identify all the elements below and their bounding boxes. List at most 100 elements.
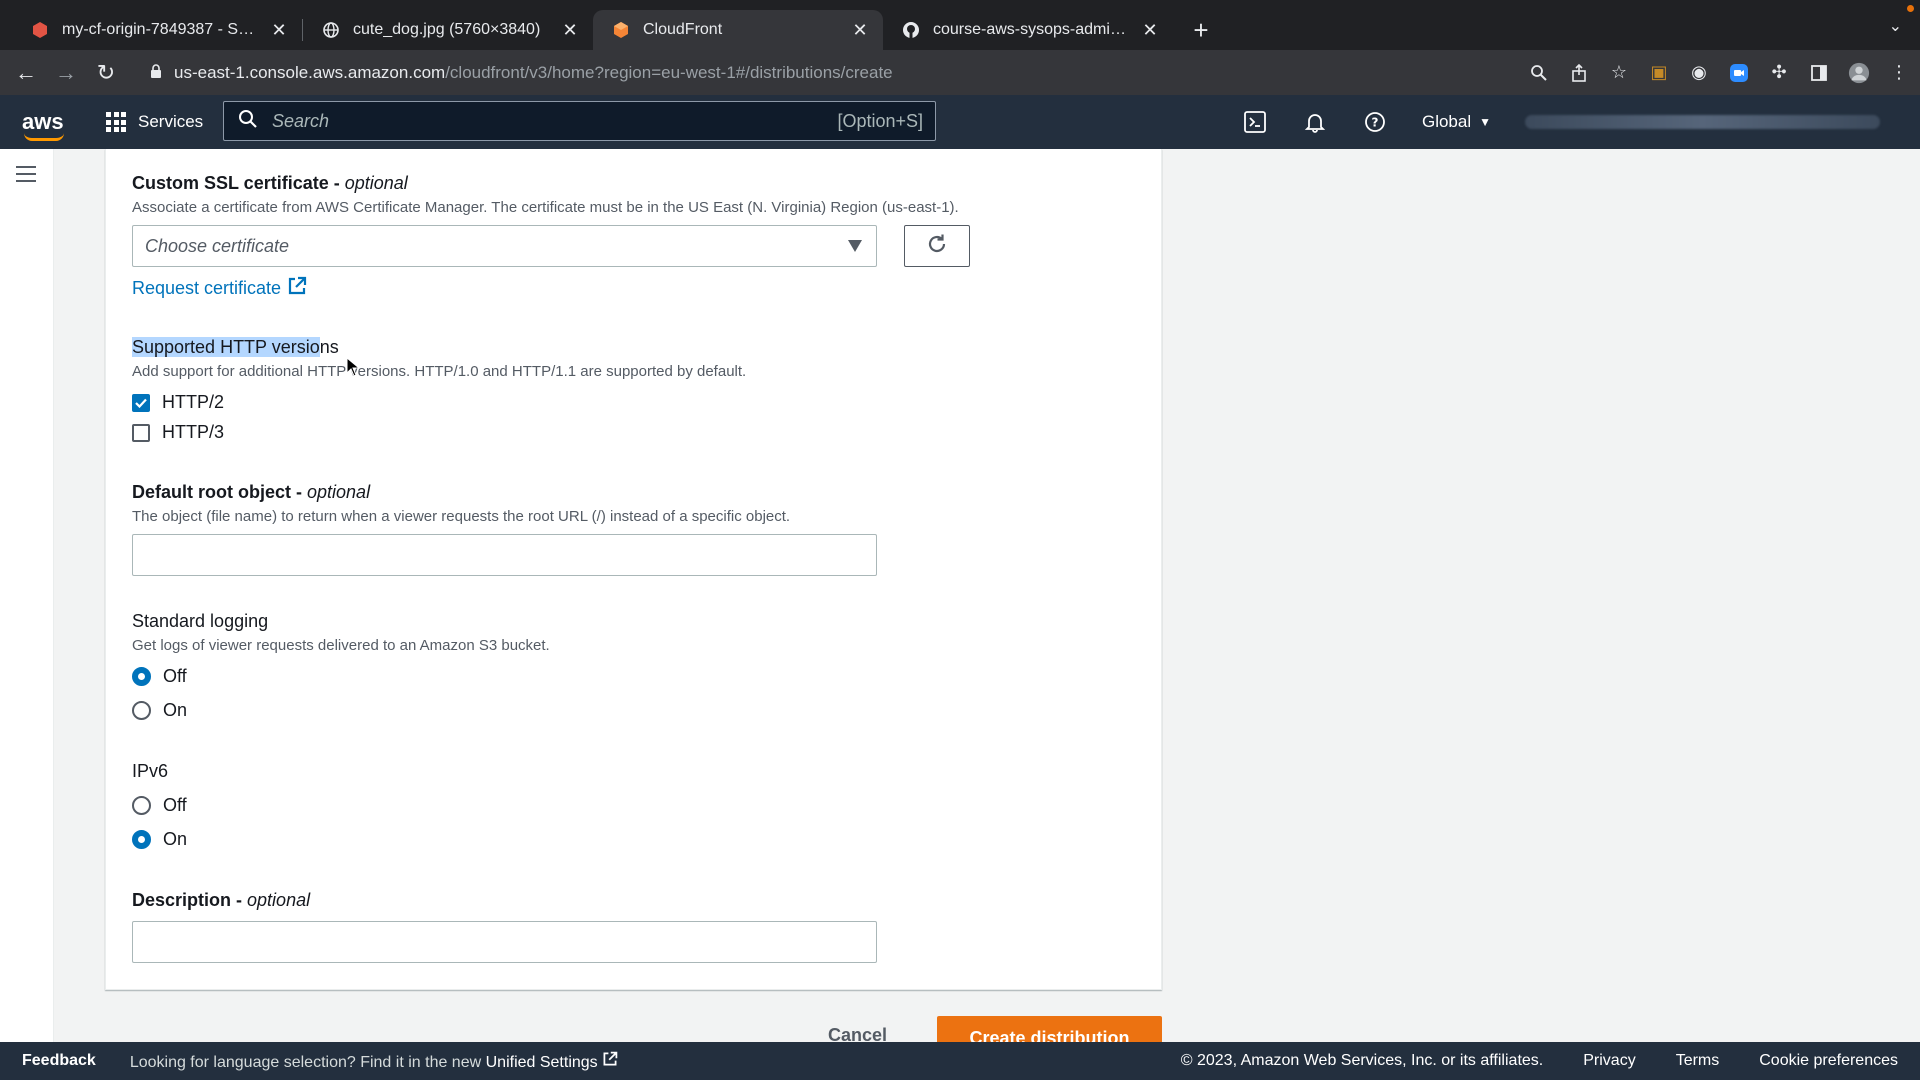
account-menu-blurred[interactable]: [1525, 115, 1880, 129]
ssl-certificate-field: Custom SSL certificate - optional Associ…: [132, 173, 959, 216]
close-tab-icon[interactable]: ✕: [1141, 20, 1159, 41]
extension-clipboard-icon[interactable]: ▣: [1648, 62, 1670, 84]
extension-circle-icon[interactable]: ◉: [1688, 62, 1710, 84]
checkbox-checked-icon: [132, 393, 150, 412]
logging-on-label: On: [163, 700, 188, 720]
unified-settings-link[interactable]: Unified Settings: [486, 1051, 619, 1071]
tab-title: CloudFront: [643, 21, 723, 38]
aws-logo[interactable]: aws: [22, 109, 66, 141]
checkbox-unchecked-icon: [132, 423, 150, 442]
choose-certificate-select[interactable]: Choose certificate: [132, 225, 877, 267]
search-shortcut: [Option+S]: [837, 110, 923, 131]
radio-unselected-icon: [132, 701, 151, 720]
close-tab-icon[interactable]: ✕: [561, 20, 579, 41]
default-root-object-input[interactable]: [132, 534, 877, 576]
cookie-preferences-link[interactable]: Cookie preferences: [1759, 1052, 1898, 1070]
globe-icon: [321, 20, 341, 40]
back-arrow-icon[interactable]: ←: [6, 53, 46, 93]
ipv6-off-radio[interactable]: Off: [132, 795, 187, 816]
close-tab-icon[interactable]: ✕: [270, 20, 288, 41]
hamburger-menu-icon[interactable]: [16, 166, 36, 187]
console-search-input[interactable]: Search [Option+S]: [223, 101, 936, 141]
reload-icon[interactable]: ↻: [86, 53, 126, 93]
browser-tab-s3[interactable]: my-cf-origin-7849387 - S3 bu ✕: [12, 10, 302, 50]
ipv6-on-label: On: [163, 829, 188, 849]
search-placeholder: Search: [272, 110, 330, 131]
forward-arrow-icon[interactable]: →: [46, 53, 86, 93]
root-object-label: Default root object - optional: [132, 482, 371, 502]
browser-tab-cute-dog[interactable]: cute_dog.jpg (5760×3840) ✕: [303, 10, 593, 50]
http-versions-description: Add support for additional HTTP versions…: [132, 363, 747, 380]
description-field: Description - optional: [132, 890, 310, 911]
external-link-icon: [287, 276, 307, 301]
copyright-text: © 2023, Amazon Web Services, Inc. or its…: [1180, 1052, 1544, 1069]
ssl-label: Custom SSL certificate - optional: [132, 173, 408, 193]
radio-selected-icon: [132, 830, 151, 849]
browser-menu-icon[interactable]: ⋮: [1888, 62, 1910, 84]
search-icon: [238, 109, 258, 134]
request-certificate-label: Request certificate: [132, 278, 282, 298]
certificate-placeholder: Choose certificate: [145, 235, 290, 256]
default-root-object-field: Default root object - optional The objec…: [132, 482, 790, 525]
toolbar-icons: ☆ ▣ ◉ ✣ ⋮: [1528, 50, 1910, 95]
language-notice: Looking for language selection? Find it …: [130, 1051, 618, 1072]
logging-off-label: Off: [163, 666, 187, 686]
radio-unselected-icon: [132, 796, 151, 815]
services-menu-button[interactable]: Services: [106, 112, 203, 132]
side-panel-icon[interactable]: [1808, 62, 1830, 84]
new-tab-icon[interactable]: +: [1181, 10, 1221, 50]
side-navigation-rail: [0, 149, 54, 1042]
description-input[interactable]: [132, 921, 877, 963]
tab-search-chevron-icon[interactable]: ⌄: [1889, 16, 1902, 36]
terms-link[interactable]: Terms: [1676, 1052, 1720, 1070]
grid-menu-icon: [106, 112, 126, 132]
ipv6-field: IPv6: [132, 761, 168, 782]
request-certificate-link[interactable]: Request certificate: [132, 276, 307, 301]
browser-tab-cloudfront[interactable]: CloudFront ✕: [593, 10, 883, 50]
http2-checkbox[interactable]: HTTP/2: [132, 392, 224, 413]
close-tab-icon[interactable]: ✕: [851, 20, 869, 41]
notifications-bell-icon[interactable]: [1302, 109, 1328, 135]
zoom-extension-icon[interactable]: [1728, 62, 1750, 84]
help-icon[interactable]: ?: [1362, 109, 1388, 135]
http3-label: HTTP/3: [162, 422, 225, 442]
services-label: Services: [138, 112, 204, 131]
extensions-puzzle-icon[interactable]: ✣: [1768, 62, 1790, 84]
feedback-link[interactable]: Feedback: [22, 1052, 96, 1070]
mouse-cursor-icon: [346, 356, 361, 382]
browser-tab-github[interactable]: course-aws-sysops-administra ✕: [883, 10, 1173, 50]
standard-logging-field: Standard logging Get logs of viewer requ…: [132, 611, 550, 654]
http-versions-label: Supported HTTP versions: [132, 337, 339, 357]
standard-logging-description: Get logs of viewer requests delivered to…: [132, 637, 550, 654]
http-versions-field: Supported HTTP versions Add support for …: [132, 337, 746, 380]
lock-icon: [150, 63, 162, 83]
logging-on-radio[interactable]: On: [132, 700, 187, 721]
aws-s3-icon: [30, 20, 50, 40]
github-icon: [901, 20, 921, 40]
header-actions: ? Global ▼: [1242, 95, 1880, 149]
ipv6-label: IPv6: [132, 761, 169, 781]
notification-dot: [1907, 5, 1914, 12]
ssl-description: Associate a certificate from AWS Certifi…: [132, 199, 959, 216]
refresh-icon: [926, 233, 948, 260]
url-host: us-east-1.console.aws.amazon.com: [174, 62, 446, 82]
http3-checkbox[interactable]: HTTP/3: [132, 422, 224, 443]
browser-toolbar: ← → ↻ us-east-1.console.aws.amazon.com/c…: [0, 50, 1920, 95]
tab-title: my-cf-origin-7849387 - S3 bu: [62, 21, 260, 38]
address-bar[interactable]: us-east-1.console.aws.amazon.com/cloudfr…: [136, 57, 1506, 89]
cloudshell-icon[interactable]: [1242, 109, 1268, 135]
http2-label: HTTP/2: [162, 392, 225, 412]
profile-avatar-icon[interactable]: [1848, 62, 1870, 84]
zoom-icon[interactable]: [1528, 62, 1550, 84]
aws-logo-text: aws: [22, 109, 64, 134]
logging-off-radio[interactable]: Off: [132, 666, 187, 687]
privacy-link[interactable]: Privacy: [1583, 1052, 1635, 1070]
bookmark-star-icon[interactable]: ☆: [1608, 62, 1630, 84]
refresh-certificates-button[interactable]: [904, 225, 970, 267]
radio-selected-icon: [132, 667, 151, 686]
share-icon[interactable]: [1568, 62, 1590, 84]
ipv6-on-radio[interactable]: On: [132, 829, 187, 850]
region-label: Global: [1421, 112, 1472, 131]
region-selector[interactable]: Global ▼: [1422, 112, 1491, 132]
url-path: /cloudfront/v3/home?region=eu-west-1#/di…: [445, 62, 893, 82]
